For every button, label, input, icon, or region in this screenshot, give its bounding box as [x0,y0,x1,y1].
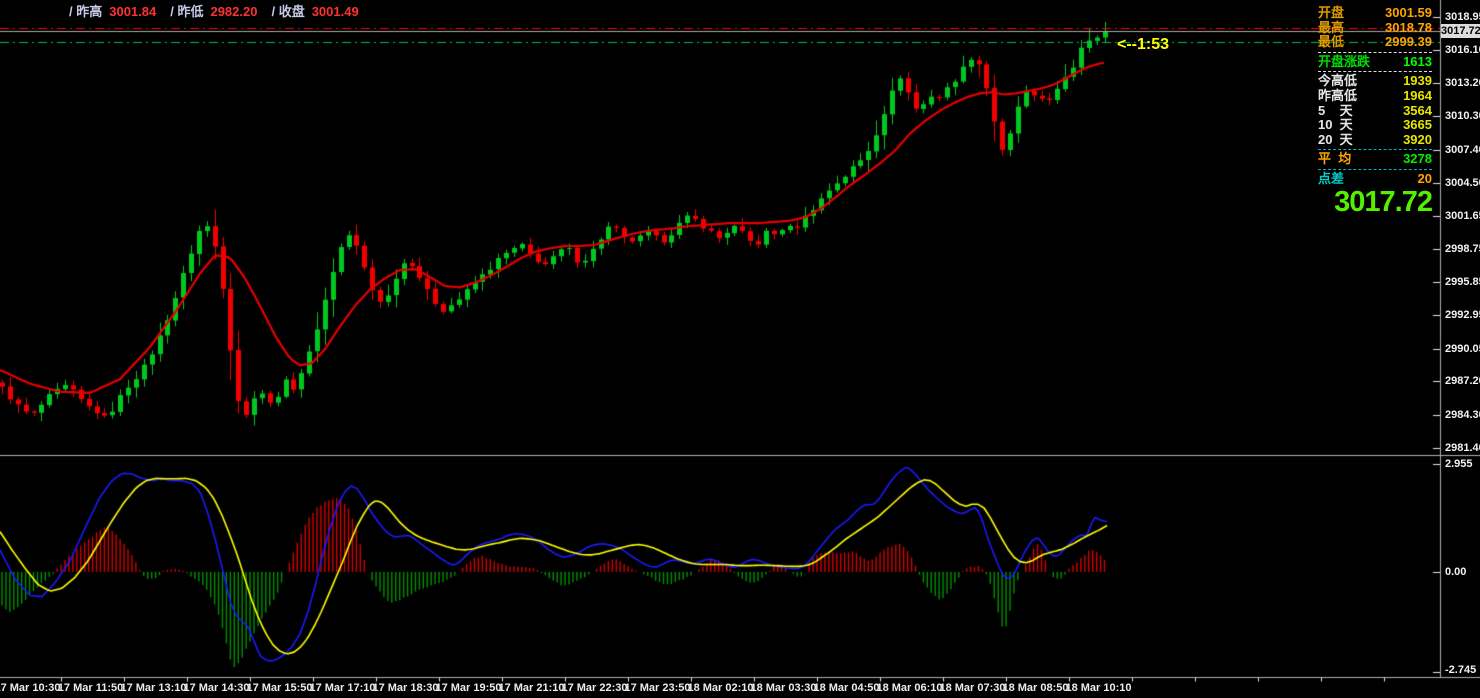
price-tick-label: 2987.20 [1445,375,1480,387]
quote-stat-row: 开盘涨跌 1613 [1318,55,1432,70]
quote-stat-row: 最高 3018.78 [1318,21,1432,36]
price-tick-label: 3013.20 [1445,77,1480,89]
price-tick-label: 2992.95 [1445,309,1480,321]
quote-stat-label: 今高低 [1318,74,1357,89]
current-price-tag: 3017.72 [1441,24,1480,38]
quote-stat-label: 开盘 [1318,6,1344,21]
quote-stat-row: 昨高低 1964 [1318,89,1432,104]
quote-stat-value: 1939 [1403,74,1432,89]
quote-info-panel: 开盘 3001.59 最高 3018.78 最低 2999.39 开盘涨跌 1613 今高低 19… [1318,6,1432,187]
quote-stat-label: 20 天 [1318,133,1353,148]
time-tick-label: 17 Mar 13:10 [120,682,186,694]
indicator-tick-label: 0.00 [1445,566,1466,578]
time-tick-label: 17 Mar 18:30 [372,682,438,694]
price-tick-label: 3010.30 [1445,110,1480,122]
previous-session-stats: / 昨高 3001.84 / 昨低 2982.20 / 收盘 3001.49 [55,1,359,20]
quote-stat-label: 最高 [1318,21,1344,36]
time-tick-label: 18 Mar 03:30 [750,682,816,694]
quote-stat-value: 3564 [1403,104,1432,119]
prev-stat-value: 2982.20 [210,4,257,19]
quote-stat-label: 平 均 [1318,152,1351,167]
quote-stat-label: 5 天 [1318,104,1353,119]
last-price-display: 3017.72 [1295,186,1432,219]
price-tick-label: 2984.30 [1445,409,1480,421]
prev-stat-label: / 昨低 [170,4,203,19]
quote-stat-row: 5 天 3564 [1318,104,1432,119]
quote-stat-value: 1964 [1403,89,1432,104]
quote-stat-value: 1613 [1403,55,1432,70]
quote-stat-value: 3665 [1403,118,1432,133]
time-tick-label: 17 Mar 17:10 [309,682,375,694]
panel-divider [1318,149,1432,150]
quote-stat-label: 10 天 [1318,118,1353,133]
quote-stat-value: 3018.78 [1385,21,1432,36]
panel-divider [1318,169,1432,170]
indicator-tick-label: -2.745 [1445,664,1476,676]
quote-stat-value: 20 [1418,172,1432,187]
quote-stat-label: 昨高低 [1318,89,1357,104]
price-tick-label: 3004.50 [1445,177,1480,189]
trading-chart-window: { "header": { "items": [ {"label": "/ 昨高… [0,0,1480,698]
time-tick-label: 18 Mar 08:50 [1002,682,1068,694]
quote-stat-row: 平 均 3278 [1318,152,1432,167]
time-tick-label: 18 Mar 07:30 [939,682,1005,694]
panel-divider [1318,71,1432,72]
time-tick-label: 17 Mar 19:50 [435,682,501,694]
quote-stat-value: 3001.59 [1385,6,1432,21]
price-tick-label: 2998.75 [1445,243,1480,255]
time-tick-label: 17 Mar 23:50 [624,682,690,694]
indicator-tick-label: 2.955 [1445,458,1473,470]
quote-stat-row: 10 天 3665 [1318,118,1432,133]
prev-stat-value: 3001.84 [109,4,156,19]
time-tick-label: 18 Mar 02:10 [687,682,753,694]
quote-stat-label: 开盘涨跌 [1318,55,1370,70]
quote-stat-value: 2999.39 [1385,35,1432,50]
quote-stat-label: 最低 [1318,35,1344,50]
price-tick-label: 3001.65 [1445,210,1480,222]
quote-stat-value: 3278 [1403,152,1432,167]
time-tick-label: 17 Mar 21:10 [498,682,564,694]
time-tick-label: 18 Mar 10:10 [1065,682,1131,694]
time-tick-label: 18 Mar 04:50 [813,682,879,694]
time-tick-label: 17 Mar 22:30 [561,682,627,694]
quote-stat-row: 点差 20 [1318,172,1432,187]
candlestick-chart-canvas[interactable] [0,0,1480,698]
prev-stat-label: / 昨高 [69,4,102,19]
quote-stat-label: 点差 [1318,172,1344,187]
price-tick-label: 2995.85 [1445,276,1480,288]
time-tick-label: 17 Mar 11:50 [58,682,123,694]
time-tick-label: 17 Mar 10:30 [0,682,61,694]
quote-stat-row: 最低 2999.39 [1318,35,1432,50]
prev-stat-label: / 收盘 [271,4,304,19]
panel-divider [1318,52,1432,53]
countdown-annotation: <--1:53 [1117,36,1169,54]
quote-stat-value: 3920 [1403,133,1432,148]
price-tick-label: 2990.05 [1445,343,1480,355]
price-tick-label: 3018.95 [1445,11,1480,23]
price-tick-label: 2981.40 [1445,442,1480,454]
quote-stat-row: 20 天 3920 [1318,133,1432,148]
price-tick-label: 3016.10 [1445,44,1480,56]
quote-stat-row: 开盘 3001.59 [1318,6,1432,21]
time-tick-label: 17 Mar 15:50 [246,682,312,694]
time-tick-label: 18 Mar 06:10 [876,682,942,694]
time-tick-label: 17 Mar 14:30 [183,682,249,694]
quote-stat-row: 今高低 1939 [1318,74,1432,89]
price-tick-label: 3007.40 [1445,144,1480,156]
prev-stat-value: 3001.49 [312,4,359,19]
